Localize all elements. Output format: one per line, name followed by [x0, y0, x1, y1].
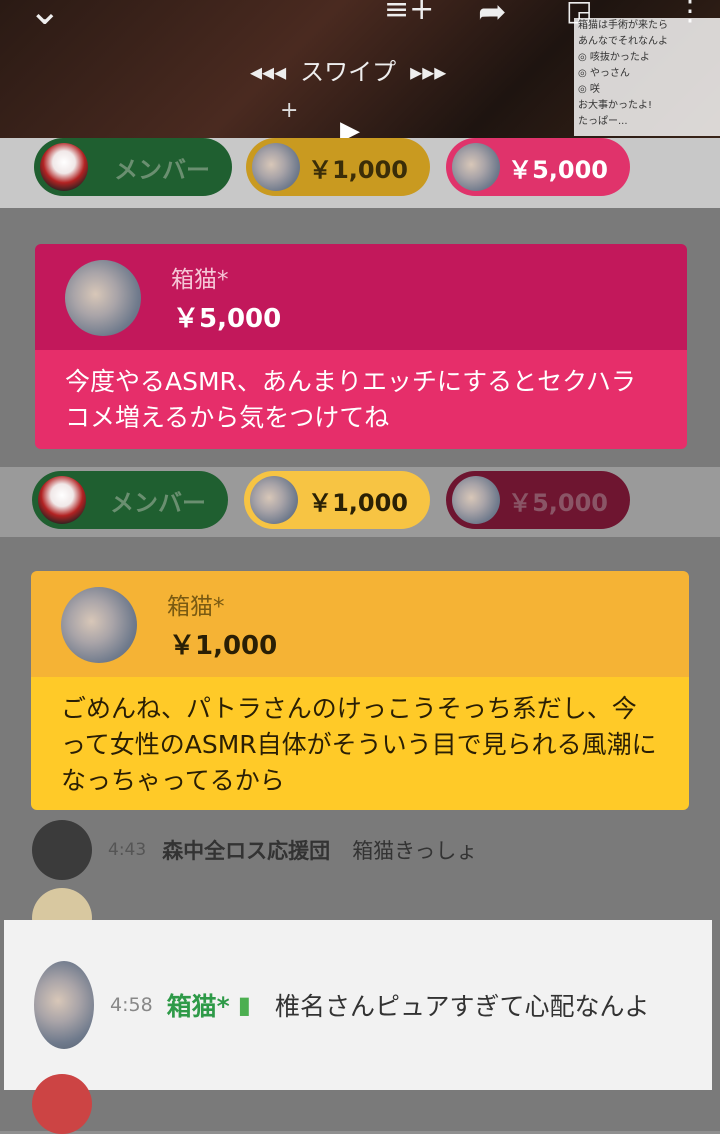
mini-chat-line: ◎ 咲: [578, 84, 600, 95]
member-badge-icon: ▮: [237, 991, 251, 1019]
avatar: [34, 961, 94, 1049]
ticker-avatar: [252, 143, 300, 191]
ticker-1000-pill[interactable]: ￥1,000: [244, 471, 430, 529]
ticker-5000-pill[interactable]: ￥5,000: [446, 138, 630, 196]
ticker-5000-label: ￥5,000: [508, 155, 608, 184]
avatar: [32, 820, 92, 880]
ticker-member-pill[interactable]: メンバー: [34, 138, 232, 196]
mini-chat-overlay: 箱猫は手術が来たら あんなでそれなんよ ◎ 咳抜かったよ ◎ やっさん ◎ 咲 …: [574, 18, 720, 136]
highlighted-chat-message[interactable]: 4:58 箱猫* ▮ 椎名さんピュアすぎて心配なんよ: [4, 920, 712, 1090]
mini-chat-line: ◎ やっさん: [578, 68, 630, 79]
swipe-label: スワイプ: [300, 58, 397, 86]
superchat-author: 箱猫*: [167, 594, 225, 620]
chat-message-partial[interactable]: [0, 1073, 720, 1134]
ticker-avatar: [452, 143, 500, 191]
chat-timestamp: 4:58: [110, 994, 153, 1016]
share-icon[interactable]: ➦: [478, 0, 507, 32]
add-to-playlist-icon[interactable]: ≡+: [384, 0, 434, 27]
ticker-avatar: [250, 476, 298, 524]
chevron-down-icon[interactable]: ⌄: [28, 0, 62, 34]
ticker-member-label: メンバー: [114, 155, 210, 184]
avatar: [32, 1073, 92, 1134]
ticker-1000-label: ￥1,000: [308, 488, 408, 517]
superchat-card-yellow[interactable]: 箱猫* ￥1,000 ごめんね、パトラさんのけっこうそっち系だし、今って女性のA…: [31, 571, 689, 810]
ticker-5000-pill[interactable]: ￥5,000: [446, 471, 630, 529]
ticker-member-label: メンバー: [110, 488, 206, 517]
ticker-1000-pill[interactable]: ￥1,000: [246, 138, 430, 196]
superchat-amount: ￥5,000: [173, 304, 282, 334]
superchat-author: 箱猫*: [171, 267, 229, 293]
chat-author: 森中全ロス応援団: [162, 839, 331, 863]
superchat-amount: ￥1,000: [169, 631, 278, 661]
mini-chat-line: ◎ 咳抜かったよ: [578, 52, 650, 63]
chat-text: 椎名さんピュアすぎて心配なんよ: [274, 992, 650, 1021]
mini-chat-line: あんなでそれなんよ: [578, 36, 668, 47]
ticker-bar-top: メンバー ￥1,000 ￥5,000: [0, 138, 720, 208]
superchat-message: ごめんね、パトラさんのけっこうそっち系だし、今って女性のASMR自体がそういう目…: [31, 677, 689, 810]
swipe-hint: ◂◂◂ スワイプ ▸▸▸: [250, 52, 446, 87]
superchat-avatar: [61, 587, 137, 663]
arrows-left-icon: ◂◂◂: [250, 58, 287, 86]
superchat-header: 箱猫* ￥1,000: [31, 571, 689, 677]
member-avatar: [38, 476, 86, 524]
ticker-5000-label: ￥5,000: [508, 488, 608, 517]
ticker-bar-bottom: メンバー ￥1,000 ￥5,000: [0, 467, 720, 537]
ticker-1000-label: ￥1,000: [308, 155, 408, 184]
superchat-card-red[interactable]: 箱猫* ￥5,000 今度やるASMR、あんまりエッチにするとセクハラコメ増える…: [35, 244, 687, 449]
mini-chat-line: 箱猫は手術が来たら: [578, 20, 668, 31]
chat-text: 箱猫きっしょ: [352, 839, 478, 863]
arrows-right-icon: ▸▸▸: [410, 58, 447, 86]
superchat-avatar: [65, 260, 141, 336]
superchat-header: 箱猫* ￥5,000: [35, 244, 687, 350]
video-player[interactable]: ⌄ ≡+ ➦ ◲ ⋮ ◂◂◂ スワイプ ▸▸▸ + ▶ 箱猫は手術が来たら あんなで…: [0, 0, 720, 146]
member-avatar: [40, 143, 88, 191]
superchat-message: 今度やるASMR、あんまりエッチにするとセクハラコメ増えるから気をつけてね: [35, 350, 687, 449]
chat-author: 箱猫*: [166, 992, 230, 1021]
chat-timestamp: 4:43: [108, 840, 147, 860]
chat-message[interactable]: 4:43 森中全ロス応援団 箱猫きっしょ: [0, 820, 720, 880]
plus-icon: +: [280, 98, 299, 123]
ticker-member-pill[interactable]: メンバー: [32, 471, 228, 529]
mini-chat-line: お大事かったよ!: [578, 100, 653, 111]
mini-chat-line: たっぱー...: [578, 116, 628, 127]
ticker-avatar: [452, 476, 500, 524]
